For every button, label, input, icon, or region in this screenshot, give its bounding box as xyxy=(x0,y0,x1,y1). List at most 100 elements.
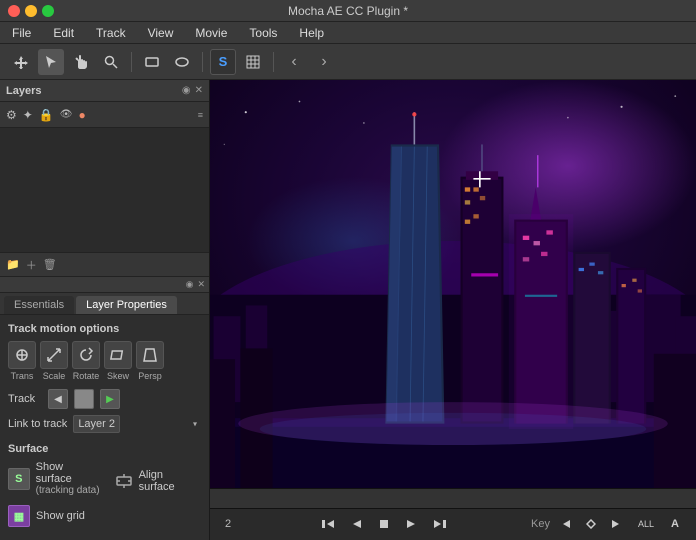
timeline-center xyxy=(317,513,451,535)
play-back-button[interactable] xyxy=(345,513,367,535)
timeline-controls: 2 xyxy=(210,509,696,540)
track-forward-button[interactable]: ▶ xyxy=(100,389,120,409)
add-layer-icon[interactable]: ＋ xyxy=(26,257,37,273)
show-grid-icon: ▦ xyxy=(8,505,30,527)
lock-icon[interactable]: 🔒 xyxy=(39,108,54,122)
bottom-panel-controls: ◉ ✕ xyxy=(186,279,205,290)
video-frame xyxy=(210,80,696,488)
window-title: Mocha AE CC Plugin * xyxy=(288,4,408,18)
tl-next-key-btn[interactable] xyxy=(606,513,628,535)
link-to-track-select[interactable]: Layer 1 Layer 2 Layer 3 xyxy=(73,415,120,433)
color-icon[interactable]: ● xyxy=(78,108,85,122)
track-stop-button[interactable] xyxy=(74,389,94,409)
stop-button[interactable] xyxy=(373,513,395,535)
show-grid-label: Show grid xyxy=(36,510,85,522)
track-controls-row: Track ◀ ▶ xyxy=(8,389,201,409)
tl-prev-key-btn[interactable] xyxy=(554,513,576,535)
zoom-tool-button[interactable] xyxy=(98,49,124,75)
tl-all-btn[interactable]: ALL xyxy=(632,513,660,535)
spline-tool-button[interactable]: S xyxy=(210,49,236,75)
rect-tool-button[interactable] xyxy=(139,49,165,75)
trans-icon xyxy=(8,341,36,369)
layers-panel-controls: ◉ ✕ xyxy=(182,85,203,96)
motion-persp[interactable]: Persp xyxy=(136,341,164,381)
timeline-right: Key ALL A xyxy=(531,513,686,535)
motion-rotate[interactable]: Rotate xyxy=(72,341,100,381)
show-surface-item[interactable]: S Show surface (tracking data) xyxy=(8,461,101,496)
traffic-lights xyxy=(8,5,54,17)
play-forward-button[interactable] xyxy=(401,513,423,535)
motion-trans[interactable]: Trans xyxy=(8,341,36,381)
main-layout: Layers ◉ ✕ ⚙ ✦ 🔒 👁 ● ≡ 📁 ＋ 🗑 xyxy=(0,80,696,540)
prev-keyframe-button[interactable] xyxy=(317,513,339,535)
menu-help[interactable]: Help xyxy=(295,24,328,42)
eye-icon[interactable]: 👁 xyxy=(60,109,73,120)
next-keyframe-button[interactable] xyxy=(429,513,451,535)
timeline: 2 xyxy=(210,488,696,540)
trans-label: Trans xyxy=(11,371,34,381)
title-bar: Mocha AE CC Plugin * xyxy=(0,0,696,22)
city-image xyxy=(210,80,696,488)
align-surface-label: Align surface xyxy=(139,469,201,493)
persp-icon xyxy=(136,341,164,369)
track-motion-title: Track motion options xyxy=(8,323,201,335)
minimize-button[interactable] xyxy=(25,5,37,17)
trash-icon[interactable]: 🗑 xyxy=(43,258,57,271)
show-surface-icon: S xyxy=(8,468,30,490)
select-arrow-icon: ▾ xyxy=(193,420,197,429)
bottom-panel-pin[interactable]: ◉ xyxy=(186,279,194,290)
layers-title: Layers xyxy=(6,85,41,97)
star-icon[interactable]: ✦ xyxy=(23,108,33,122)
toolbar: S ‹ › xyxy=(0,44,696,80)
motion-scale[interactable]: Scale xyxy=(40,341,68,381)
tabs: Essentials Layer Properties xyxy=(0,293,209,315)
persp-label: Persp xyxy=(138,371,162,381)
menu-tools[interactable]: Tools xyxy=(245,24,281,42)
move-tool-button[interactable] xyxy=(8,49,34,75)
grid-tool-button[interactable] xyxy=(240,49,266,75)
tl-keyframe-btn[interactable] xyxy=(580,513,602,535)
motion-skew[interactable]: Skew xyxy=(104,341,132,381)
align-surface-btn[interactable]: Align surface xyxy=(113,469,201,493)
tab-layer-properties[interactable]: Layer Properties xyxy=(76,296,177,314)
link-to-track-select-wrapper: Layer 1 Layer 2 Layer 3 ▾ xyxy=(73,415,201,433)
frame-number: 2 xyxy=(220,518,236,530)
surface-row-1: S Show surface (tracking data) Align sur… xyxy=(8,461,201,501)
tl-a-btn[interactable]: A xyxy=(664,513,686,535)
track-motion-section: Track motion options Trans S xyxy=(8,323,201,381)
folder-icon[interactable]: 📁 xyxy=(6,258,20,271)
show-grid-item[interactable]: ▦ Show grid xyxy=(8,505,201,527)
layers-panel-pin[interactable]: ◉ xyxy=(182,85,191,96)
ellipse-tool-button[interactable] xyxy=(169,49,195,75)
maximize-button[interactable] xyxy=(42,5,54,17)
menu-file[interactable]: File xyxy=(8,24,35,42)
toolbar-separator-1 xyxy=(131,52,132,72)
pointer-tool-button[interactable] xyxy=(38,49,64,75)
layers-panel-close[interactable]: ✕ xyxy=(195,85,203,96)
hand-tool-button[interactable] xyxy=(68,49,94,75)
layers-menu-icon[interactable]: ≡ xyxy=(198,110,203,120)
menu-edit[interactable]: Edit xyxy=(49,24,78,42)
tab-essentials[interactable]: Essentials xyxy=(4,296,74,314)
menu-track[interactable]: Track xyxy=(92,24,130,42)
toolbar-separator-2 xyxy=(202,52,203,72)
rotate-icon xyxy=(72,341,100,369)
scale-label: Scale xyxy=(43,371,66,381)
left-panel: Layers ◉ ✕ ⚙ ✦ 🔒 👁 ● ≡ 📁 ＋ 🗑 xyxy=(0,80,210,540)
menu-movie[interactable]: Movie xyxy=(191,24,231,42)
link-to-track-row: Link to track Layer 1 Layer 2 Layer 3 ▾ xyxy=(8,415,201,433)
gear-icon[interactable]: ⚙ xyxy=(6,108,17,122)
show-surface-sublabel: (tracking data) xyxy=(36,485,101,496)
layers-bottom-bar: 📁 ＋ 🗑 xyxy=(0,252,209,276)
timeline-left: 2 xyxy=(220,518,236,530)
close-button[interactable] xyxy=(8,5,20,17)
bottom-panel-header: ◉ ✕ xyxy=(0,277,209,293)
surface-title: Surface xyxy=(8,443,201,455)
extra-tool-2[interactable]: › xyxy=(311,49,337,75)
menu-bar: File Edit Track View Movie Tools Help xyxy=(0,22,696,44)
bottom-panel-close[interactable]: ✕ xyxy=(197,279,205,290)
track-back-button[interactable]: ◀ xyxy=(48,389,68,409)
extra-tool-1[interactable]: ‹ xyxy=(281,49,307,75)
menu-view[interactable]: View xyxy=(144,24,178,42)
bottom-left-panel: ◉ ✕ Essentials Layer Properties Track mo… xyxy=(0,276,209,540)
